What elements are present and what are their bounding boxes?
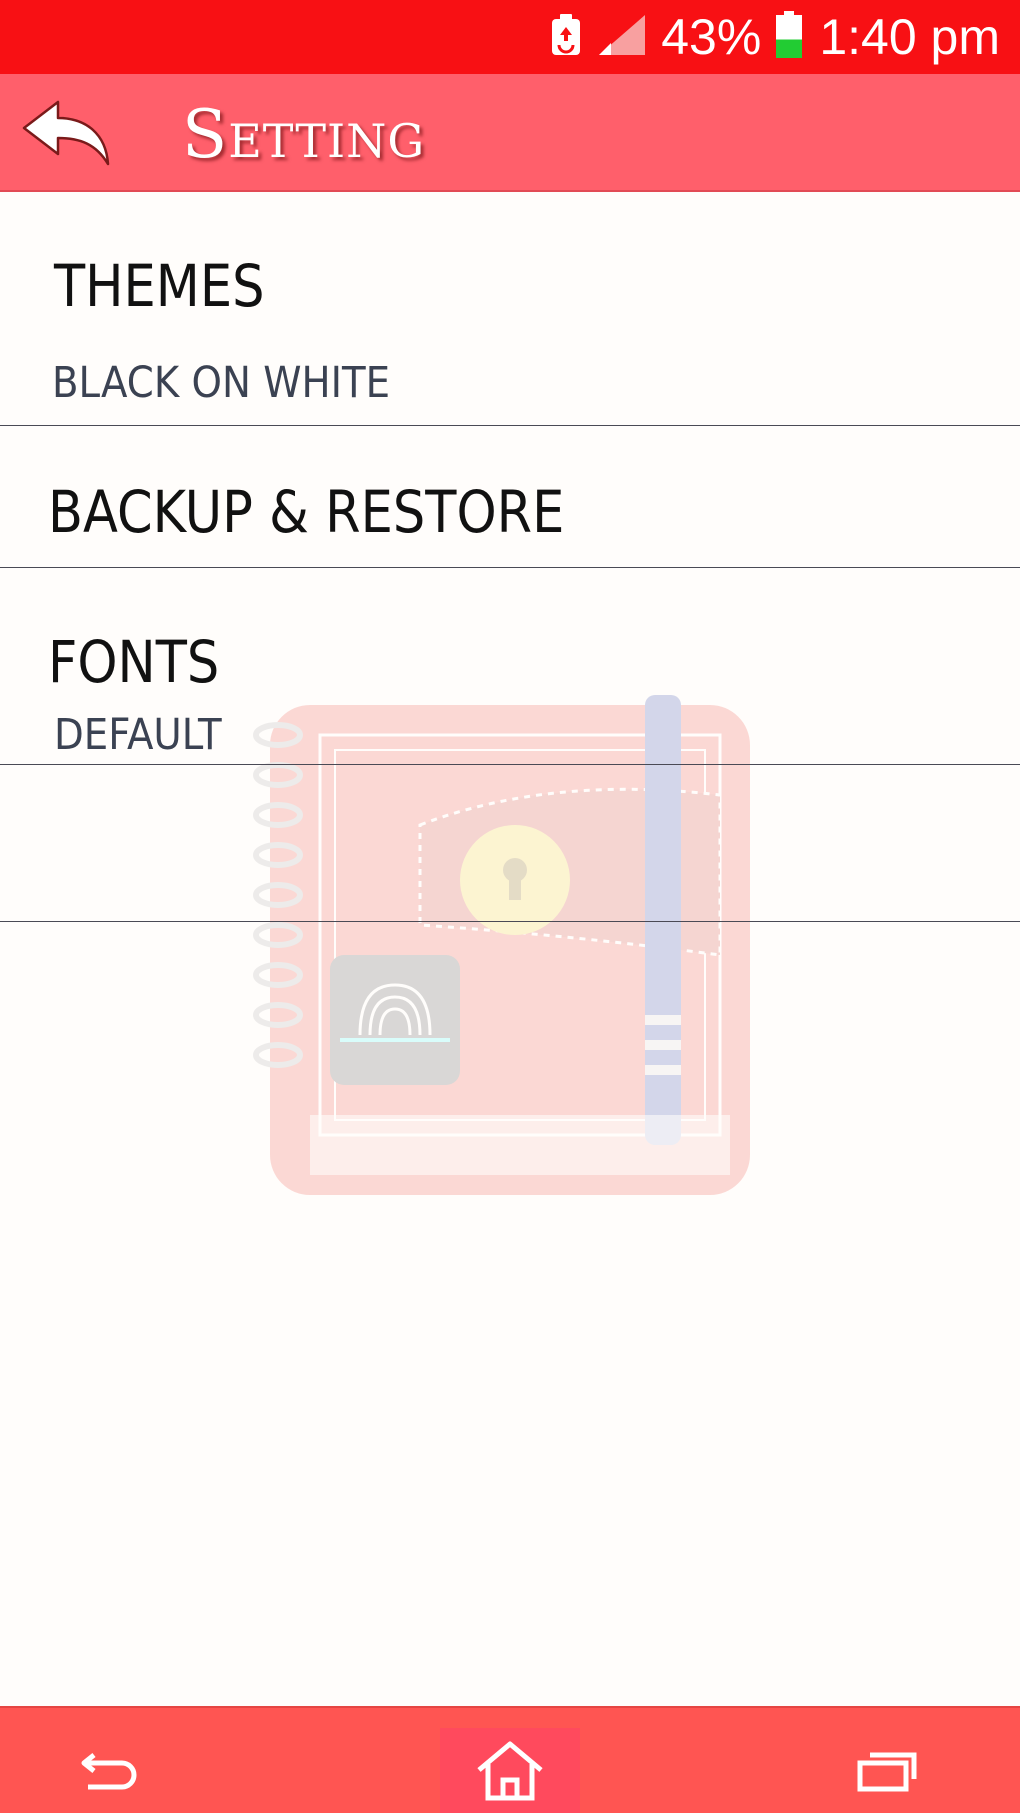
fonts-setting-row[interactable]: FONTS DEFAULT xyxy=(0,568,1020,765)
back-arrow-icon xyxy=(22,100,110,166)
themes-setting-row[interactable]: THEMES BLACK ON WHITE xyxy=(0,192,1020,426)
fonts-value: DEFAULT xyxy=(54,710,222,760)
battery-saver-icon xyxy=(549,13,583,61)
page-title: Setting xyxy=(182,96,426,173)
themes-title: THEMES xyxy=(54,252,265,320)
recent-apps-button[interactable] xyxy=(818,1728,958,1813)
back-button[interactable] xyxy=(16,88,116,178)
navigation-bar xyxy=(0,1706,1020,1813)
clock: 1:40 pm xyxy=(819,9,1000,65)
home-icon xyxy=(477,1741,543,1801)
home-button[interactable] xyxy=(440,1728,580,1813)
backup-restore-setting-row[interactable]: BACKUP & RESTORE xyxy=(0,426,1020,568)
empty-setting-row xyxy=(0,765,1020,922)
settings-screen: 43% 1:40 pm Setting THEMES BLACK ON WHIT… xyxy=(0,0,1020,1813)
themes-value: BLACK ON WHITE xyxy=(52,358,391,408)
app-bar: Setting xyxy=(0,74,1020,192)
fonts-title: FONTS xyxy=(48,628,220,696)
recent-apps-icon xyxy=(857,1752,917,1792)
signal-icon xyxy=(597,13,647,61)
backup-restore-title: BACKUP & RESTORE xyxy=(48,478,565,546)
battery-icon xyxy=(775,11,803,63)
status-bar: 43% 1:40 pm xyxy=(0,0,1020,74)
nav-back-button[interactable] xyxy=(40,1728,180,1813)
nav-back-icon xyxy=(81,1753,137,1790)
battery-percent: 43% xyxy=(661,9,762,65)
